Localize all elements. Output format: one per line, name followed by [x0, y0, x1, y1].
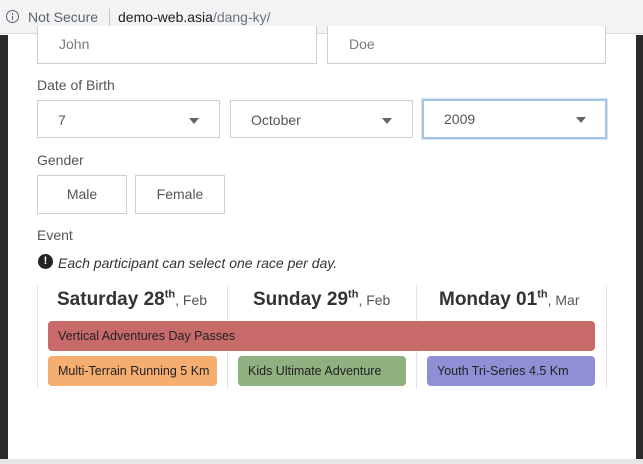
info-icon[interactable] — [6, 10, 19, 23]
url-path: /dang-ky/ — [212, 9, 271, 25]
chevron-down-icon — [189, 118, 199, 124]
day-suffix: th — [348, 288, 359, 301]
day-suffix: th — [164, 288, 176, 301]
day-month: , Feb — [175, 292, 208, 308]
race-youth-tri-series[interactable]: Youth Tri-Series 4.5 Km — [427, 356, 595, 386]
divider — [109, 9, 110, 26]
page-right-edge — [636, 35, 643, 459]
event-notice: Each participant can select one race per… — [58, 255, 338, 271]
day-month: , Feb — [358, 292, 391, 308]
chevron-down-icon — [382, 118, 392, 124]
page-left-edge — [0, 35, 8, 459]
chevron-down-icon — [576, 117, 586, 123]
gender-female-button[interactable]: Female — [135, 175, 225, 214]
race-multi-terrain-5km[interactable]: Multi-Terrain Running 5 Km — [48, 356, 217, 386]
gender-male-button[interactable]: Male — [37, 175, 127, 214]
page-bottom-edge — [0, 459, 643, 464]
last-name-field[interactable]: Doe — [327, 26, 606, 64]
day-title: Sunday 29 — [253, 289, 349, 310]
dob-day-value: 7 — [58, 112, 66, 128]
race-vertical-adventures[interactable]: Vertical Adventures Day Passes — [48, 321, 595, 351]
event-label: Event — [37, 227, 73, 243]
dob-year-select[interactable]: 2009 — [422, 99, 607, 139]
calendar-divider — [37, 285, 38, 388]
gender-label: Gender — [37, 152, 84, 168]
security-label[interactable]: Not Secure — [28, 9, 98, 25]
day-month: , Mar — [547, 292, 580, 308]
day-header-monday: Monday 01th, Mar — [439, 289, 579, 311]
dob-month-select[interactable]: October — [230, 100, 413, 138]
url-text[interactable]: demo-web.asia/dang-ky/ — [118, 9, 271, 25]
dob-label: Date of Birth — [37, 77, 115, 93]
day-suffix: th — [537, 288, 548, 301]
calendar-divider — [606, 285, 607, 388]
url-host: demo-web.asia — [118, 9, 213, 25]
day-title: Monday 01 — [439, 289, 538, 310]
first-name-field[interactable]: John — [37, 26, 317, 64]
dob-year-value: 2009 — [444, 111, 476, 127]
race-kids-ultimate-adventure[interactable]: Kids Ultimate Adventure — [238, 356, 406, 386]
day-title: Saturday 28 — [57, 289, 165, 310]
first-name-value: John — [59, 36, 90, 52]
alert-icon: ! — [38, 254, 53, 269]
last-name-value: Doe — [349, 36, 375, 52]
dob-month-value: October — [251, 112, 301, 128]
day-header-saturday: Saturday 28th, Feb — [57, 289, 207, 311]
day-header-sunday: Sunday 29th, Feb — [253, 289, 390, 311]
dob-day-select[interactable]: 7 — [37, 100, 220, 138]
